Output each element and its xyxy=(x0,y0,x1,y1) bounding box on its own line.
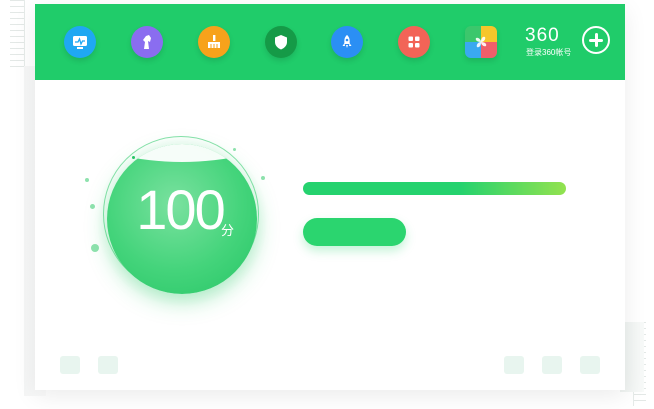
login-account-link[interactable]: 登录360帐号 xyxy=(526,48,571,58)
decor-dot xyxy=(91,244,99,252)
score-unit: 分 xyxy=(221,223,235,238)
shield-icon[interactable] xyxy=(265,26,297,58)
action-button[interactable] xyxy=(303,218,406,246)
ruler-decoration-left xyxy=(10,0,25,68)
horse-icon[interactable] xyxy=(131,26,163,58)
top-toolbar: 360 登录360帐号 xyxy=(35,4,625,80)
app-window: 360 登录360帐号 100 分 xyxy=(35,4,625,390)
decor-dot xyxy=(261,176,265,180)
footer-placeholder-3[interactable] xyxy=(504,356,524,374)
footer-placeholder-5[interactable] xyxy=(580,356,600,374)
monitor-icon[interactable] xyxy=(64,26,96,58)
pinwheel-icon[interactable] xyxy=(465,26,497,58)
footer-placeholder-1[interactable] xyxy=(60,356,80,374)
score-panel: 100 分 xyxy=(35,80,625,390)
score-value: 100 xyxy=(136,178,225,241)
footer-placeholder-2[interactable] xyxy=(98,356,118,374)
plus-circle-icon[interactable] xyxy=(582,26,610,54)
brand-logo-text: 360 xyxy=(525,25,560,46)
apps-grid-icon[interactable] xyxy=(398,26,430,58)
brand-login[interactable]: 360 登录360帐号 xyxy=(525,25,583,58)
decor-dot xyxy=(85,178,89,182)
broom-icon[interactable] xyxy=(198,26,230,58)
footer-placeholder-4[interactable] xyxy=(542,356,562,374)
decor-dot xyxy=(90,204,95,209)
rocket-icon[interactable] xyxy=(331,26,363,58)
status-progress-bar xyxy=(303,182,566,195)
